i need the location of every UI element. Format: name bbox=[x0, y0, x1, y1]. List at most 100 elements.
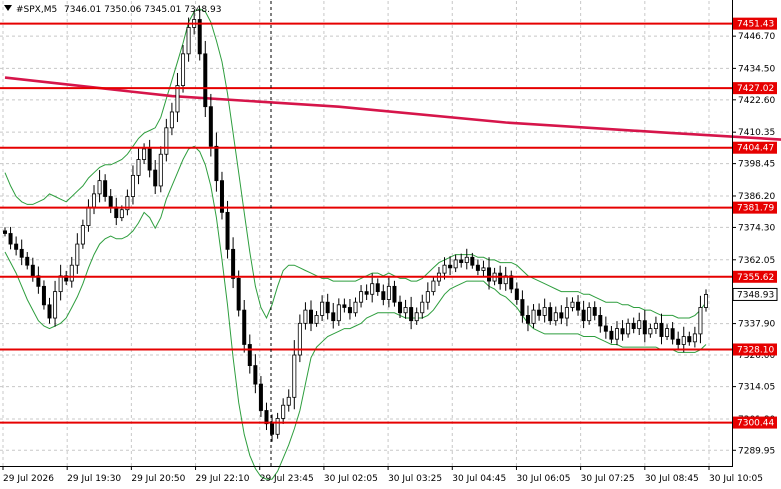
bear-candle-body bbox=[525, 315, 530, 324]
bull-candle-body bbox=[186, 27, 191, 55]
bear-candle-body bbox=[197, 19, 202, 55]
bull-candle-body bbox=[542, 307, 547, 316]
bear-candle-body bbox=[30, 264, 35, 277]
bear-candle-body bbox=[392, 285, 397, 303]
bull-candle-body bbox=[136, 159, 141, 176]
time-tick-label: 30 Jul 07:25 bbox=[581, 474, 635, 484]
current-price-label: 7348.93 bbox=[737, 290, 774, 300]
price-tick-label: 7362.05 bbox=[738, 256, 775, 266]
bull-candle-body bbox=[698, 307, 703, 335]
level-label: 7355.62 bbox=[737, 273, 774, 283]
bull-candle-body bbox=[442, 264, 447, 274]
price-tick-label: 7434.50 bbox=[738, 64, 775, 74]
bear-candle-body bbox=[114, 206, 119, 219]
bull-candle-body bbox=[320, 301, 325, 316]
bear-candle-body bbox=[236, 278, 241, 311]
bull-candle-body bbox=[564, 307, 569, 319]
bull-candle-body bbox=[58, 275, 63, 293]
level-label: 7381.79 bbox=[737, 204, 774, 214]
bear-candle-body bbox=[520, 299, 525, 316]
time-tick-label: 30 Jul 08:45 bbox=[645, 474, 699, 484]
bear-candle-body bbox=[325, 301, 330, 314]
bear-candle-body bbox=[537, 309, 542, 316]
ohlc-values: 7346.01 7350.06 7345.01 7348.93 bbox=[64, 5, 221, 15]
time-tick-label: 29 Jul 2026 bbox=[3, 474, 54, 484]
bull-candle-body bbox=[431, 280, 436, 293]
bear-candle-body bbox=[208, 106, 213, 147]
bull-candle-body bbox=[370, 283, 375, 295]
bull-candle-body bbox=[158, 153, 163, 187]
current-price-marker: 7348.93 bbox=[732, 287, 778, 301]
price-tick-label: 7422.60 bbox=[738, 96, 775, 106]
bull-candle-body bbox=[414, 312, 419, 322]
bear-candle-body bbox=[47, 304, 52, 319]
bear-candle-body bbox=[8, 233, 13, 245]
bull-candle-body bbox=[336, 304, 341, 322]
bull-candle-body bbox=[303, 309, 308, 324]
bear-candle-body bbox=[642, 320, 647, 335]
bear-candle-body bbox=[498, 272, 503, 285]
bear-candle-body bbox=[364, 291, 369, 295]
bull-candle-body bbox=[626, 322, 631, 335]
level-label: 7404.47 bbox=[737, 144, 774, 154]
bear-candle-body bbox=[225, 211, 230, 250]
bull-candle-body bbox=[292, 354, 297, 398]
bull-candle-body bbox=[587, 307, 592, 322]
bear-candle-body bbox=[398, 301, 403, 314]
price-tick-label: 7289.95 bbox=[738, 446, 775, 456]
bear-candle-body bbox=[308, 309, 313, 324]
bull-candle-body bbox=[119, 209, 124, 219]
bear-candle-body bbox=[214, 145, 219, 182]
bear-candle-body bbox=[459, 259, 464, 263]
time-tick-label: 30 Jul 02:05 bbox=[324, 474, 378, 484]
bear-candle-body bbox=[331, 312, 336, 322]
bear-candle-body bbox=[253, 365, 258, 385]
bear-candle-body bbox=[487, 267, 492, 282]
bear-candle-body bbox=[3, 230, 8, 234]
bull-candle-body bbox=[692, 333, 697, 343]
bull-candle-body bbox=[130, 174, 135, 197]
bull-candle-body bbox=[169, 111, 174, 129]
level-label: 7427.02 bbox=[737, 84, 774, 94]
bull-candle-body bbox=[86, 206, 91, 226]
bull-candle-body bbox=[275, 418, 280, 435]
bear-candle-body bbox=[609, 330, 614, 340]
bear-candle-body bbox=[231, 248, 236, 279]
time-tick-label: 29 Jul 23:45 bbox=[260, 474, 314, 484]
bull-candle-body bbox=[420, 301, 425, 314]
price-tick-label: 7398.45 bbox=[738, 160, 775, 170]
bear-candle-body bbox=[475, 264, 480, 271]
bear-candle-body bbox=[670, 328, 675, 340]
time-tick-label: 30 Jul 06:05 bbox=[516, 474, 570, 484]
bear-candle-body bbox=[598, 315, 603, 327]
bull-candle-body bbox=[648, 328, 653, 335]
price-tick-label: 7374.30 bbox=[738, 223, 775, 233]
bear-candle-body bbox=[381, 291, 386, 300]
level-label: 7300.44 bbox=[737, 419, 774, 429]
level-label: 7328.10 bbox=[737, 345, 774, 355]
bull-candle-body bbox=[403, 307, 408, 314]
time-tick-label: 30 Jul 10:05 bbox=[709, 474, 763, 484]
bear-candle-body bbox=[247, 344, 252, 367]
bull-candle-body bbox=[142, 148, 147, 160]
bear-candle-body bbox=[25, 256, 30, 266]
chart-header: #SPX,M5 7346.01 7350.06 7345.01 7348.93 bbox=[4, 5, 221, 15]
bear-candle-body bbox=[242, 309, 247, 345]
time-tick-label: 30 Jul 03:25 bbox=[388, 474, 442, 484]
bear-candle-body bbox=[347, 307, 352, 314]
bear-candle-body bbox=[108, 196, 113, 208]
bear-candle-body bbox=[676, 338, 681, 345]
bull-candle-body bbox=[386, 285, 391, 300]
bull-candle-body bbox=[531, 309, 536, 324]
bull-candle-body bbox=[681, 336, 686, 345]
bear-candle-body bbox=[559, 312, 564, 319]
bear-candle-body bbox=[258, 383, 263, 411]
bear-candle-body bbox=[103, 180, 108, 197]
bear-candle-body bbox=[514, 288, 519, 300]
bull-candle-body bbox=[665, 328, 670, 337]
bull-candle-body bbox=[97, 180, 102, 195]
price-chart[interactable]: 7446.70 7434.50 7422.60 7410.35 7398.45 7386.… bbox=[0, 0, 781, 489]
level-label: 7451.43 bbox=[737, 20, 774, 30]
bull-candle-body bbox=[286, 396, 291, 406]
bull-candle-body bbox=[164, 127, 169, 155]
